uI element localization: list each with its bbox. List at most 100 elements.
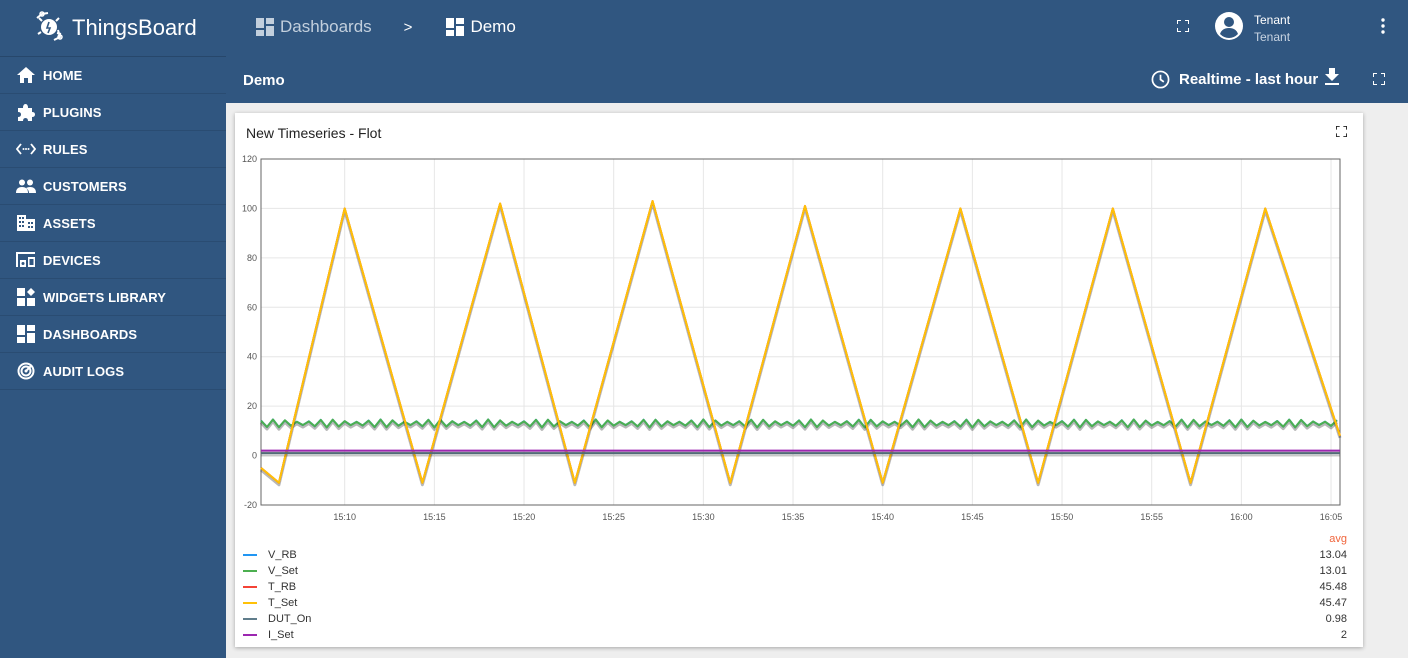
y-tick-label: 100	[242, 203, 257, 213]
sidebar-item-audit-logs[interactable]: AUDIT LOGS	[0, 353, 226, 390]
sidebar-item-label: DASHBOARDS	[43, 326, 138, 342]
sidebar-item-label: AUDIT LOGS	[43, 363, 125, 379]
code-arrows-icon	[15, 140, 37, 158]
series-line-t-set	[260, 200, 1341, 484]
legend-series-name: V_RB	[268, 549, 297, 561]
page-title: Demo	[243, 72, 285, 89]
people-icon	[15, 177, 37, 195]
legend-swatch	[243, 586, 257, 588]
top-bar: Dashboards > Demo Tenant Tenant Demo Rea…	[226, 0, 1408, 103]
x-tick-label: 15:20	[513, 512, 536, 522]
logo[interactable]: ThingsBoard	[0, 0, 226, 57]
legend-item[interactable]: T_RB 45.48	[243, 579, 1347, 595]
y-tick-label: 120	[242, 154, 257, 164]
sidebar-item-label: RULES	[43, 141, 88, 157]
breadcrumb-demo[interactable]: Demo	[446, 17, 516, 37]
y-tick-label: 80	[247, 253, 257, 263]
timewindow-label: Realtime - last hour	[1179, 71, 1319, 88]
x-tick-label: 15:45	[961, 512, 984, 522]
legend-series-avg: 45.47	[1319, 597, 1347, 609]
x-tick-label: 16:05	[1320, 512, 1343, 522]
x-tick-label: 15:55	[1140, 512, 1163, 522]
track-changes-icon	[15, 362, 37, 380]
puzzle-icon	[15, 103, 37, 121]
x-tick-label: 15:35	[782, 512, 805, 522]
export-button[interactable]	[1324, 68, 1340, 90]
fullscreen-button[interactable]	[1176, 19, 1190, 37]
legend-series-avg: 0.98	[1325, 613, 1347, 625]
y-tick-label: 20	[247, 401, 257, 411]
x-tick-label: 16:00	[1230, 512, 1253, 522]
sidebar-item-assets[interactable]: ASSETS	[0, 205, 226, 242]
more-menu-button[interactable]	[1376, 17, 1390, 39]
fullscreen-icon	[1176, 19, 1190, 37]
breadcrumb: Dashboards > Demo	[256, 17, 516, 37]
chart-legend: avg V_RB 13.04 V_Set 13.01 T_RB 45.48 T_Set 45.…	[243, 531, 1347, 643]
x-tick-label: 15:30	[692, 512, 715, 522]
sidebar-item-widgets-library[interactable]: WIDGETS LIBRARY	[0, 279, 226, 316]
user-name: Tenant	[1254, 12, 1291, 27]
legend-series-name: DUT_On	[268, 613, 312, 625]
app-name: ThingsBoard	[72, 15, 197, 40]
sidebar-item-label: HOME	[43, 67, 83, 83]
dashboard-fullscreen-button[interactable]	[1372, 72, 1386, 88]
user-menu[interactable]: Tenant Tenant	[1214, 11, 1290, 46]
dashboard-icon	[446, 18, 465, 36]
sidebar-item-label: DEVICES	[43, 252, 101, 268]
thingsboard-logo-icon	[34, 10, 68, 47]
user-role: Tenant	[1254, 29, 1291, 44]
timeseries-widget: New Timeseries - Flot -20 0 20 40 60 80 100 120…	[235, 113, 1363, 647]
sidebar-item-label: CUSTOMERS	[43, 178, 127, 194]
sidebar: ThingsBoard HOME PLUGINS RULES CUSTOMERS…	[0, 0, 226, 658]
legend-swatch	[243, 602, 257, 604]
sidebar-item-dashboards[interactable]: DASHBOARDS	[0, 316, 226, 353]
legend-series-name: T_Set	[268, 597, 298, 609]
legend-item[interactable]: T_Set 45.47	[243, 595, 1347, 611]
account-circle-icon	[1214, 11, 1244, 46]
dashboard-icon	[256, 18, 274, 36]
dashboard-icon	[15, 325, 37, 343]
legend-avg-header: avg	[1329, 533, 1347, 545]
sidebar-item-label: PLUGINS	[43, 104, 102, 120]
x-tick-label: 15:50	[1051, 512, 1074, 522]
sidebar-item-customers[interactable]: CUSTOMERS	[0, 168, 226, 205]
y-tick-label: 0	[252, 451, 257, 461]
sidebar-item-label: WIDGETS LIBRARY	[43, 289, 167, 305]
legend-item[interactable]: V_RB 13.04	[243, 547, 1347, 563]
legend-swatch	[243, 634, 257, 636]
breadcrumb-label: Demo	[470, 17, 516, 36]
sidebar-item-rules[interactable]: RULES	[0, 131, 226, 168]
download-icon	[1325, 68, 1339, 90]
legend-series-name: I_Set	[268, 629, 294, 641]
y-tick-label: -20	[244, 500, 257, 510]
building-icon	[15, 214, 37, 232]
legend-series-avg: 13.01	[1319, 565, 1347, 577]
sidebar-item-plugins[interactable]: PLUGINS	[0, 94, 226, 131]
sidebar-item-devices[interactable]: DEVICES	[0, 242, 226, 279]
x-tick-label: 15:40	[871, 512, 894, 522]
x-tick-label: 15:25	[602, 512, 625, 522]
timewindow-button[interactable]: Realtime - last hour	[1151, 70, 1318, 89]
legend-item[interactable]: I_Set 2	[243, 627, 1347, 643]
x-tick-label: 15:10	[333, 512, 356, 522]
legend-swatch	[243, 618, 257, 620]
sidebar-item-label: ASSETS	[43, 215, 96, 231]
legend-series-name: V_Set	[268, 565, 298, 577]
breadcrumb-dashboards[interactable]: Dashboards	[256, 17, 372, 37]
legend-series-name: T_RB	[268, 581, 297, 593]
legend-series-avg: 2	[1340, 629, 1347, 641]
x-tick-label: 15:15	[423, 512, 446, 522]
more-vert-icon	[1381, 17, 1385, 39]
timeseries-chart[interactable]: -20 0 20 40 60 80 100 120 15:10 15:15 15:20 15:25 15…	[235, 113, 1363, 533]
widgets-icon	[15, 288, 37, 306]
legend-swatch	[243, 554, 257, 556]
home-icon	[15, 66, 37, 84]
dashboard-scroll-area	[1372, 103, 1408, 658]
legend-item[interactable]: V_Set 13.01	[243, 563, 1347, 579]
legend-series-avg: 13.04	[1319, 549, 1347, 561]
sidebar-item-home[interactable]: HOME	[0, 57, 226, 94]
legend-swatch	[243, 570, 257, 572]
legend-item[interactable]: DUT_On 0.98	[243, 611, 1347, 627]
legend-series-avg: 45.48	[1319, 581, 1347, 593]
y-tick-label: 60	[247, 302, 257, 312]
